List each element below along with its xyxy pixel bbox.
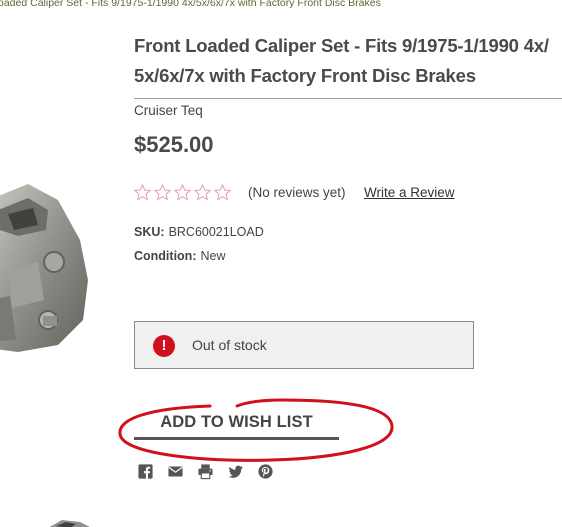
email-icon[interactable] [167,463,184,480]
condition-value: New [200,249,226,263]
stock-alert: ! Out of stock [134,321,474,369]
condition-row: Condition: New [134,249,226,263]
product-price: $525.00 [134,132,214,157]
product-image[interactable] [0,170,103,370]
condition-label: Condition: [134,249,197,263]
pinterest-icon[interactable] [257,463,274,480]
title-divider [134,98,562,99]
thumbnail-image[interactable] [40,514,100,527]
breadcrumb[interactable]: oaded Caliper Set - Fits 9/1975-1/1990 4… [0,0,381,9]
product-brand[interactable]: Cruiser Teq [134,103,203,118]
facebook-icon[interactable] [137,463,154,480]
rating-stars [133,183,232,205]
sku-row: SKU: BRC60021LOAD [134,225,264,239]
star-empty-icon [213,183,232,201]
alert-icon: ! [153,335,175,357]
write-review-link[interactable]: Write a Review [364,185,455,200]
add-to-wishlist-button[interactable]: ADD TO WISH LIST [134,410,339,440]
product-title: Front Loaded Caliper Set - Fits 9/1975-1… [134,35,549,86]
stock-status-text: Out of stock [192,337,267,353]
star-empty-icon [153,183,172,201]
sku-label: SKU: [134,225,165,239]
star-empty-icon [173,183,192,201]
share-icons [137,463,274,480]
sku-value: BRC60021LOAD [168,225,264,239]
star-empty-icon [133,183,152,201]
twitter-icon[interactable] [227,463,244,480]
star-empty-icon [193,183,212,201]
reviews-count: (No reviews yet) [248,185,346,200]
print-icon[interactable] [197,463,214,480]
